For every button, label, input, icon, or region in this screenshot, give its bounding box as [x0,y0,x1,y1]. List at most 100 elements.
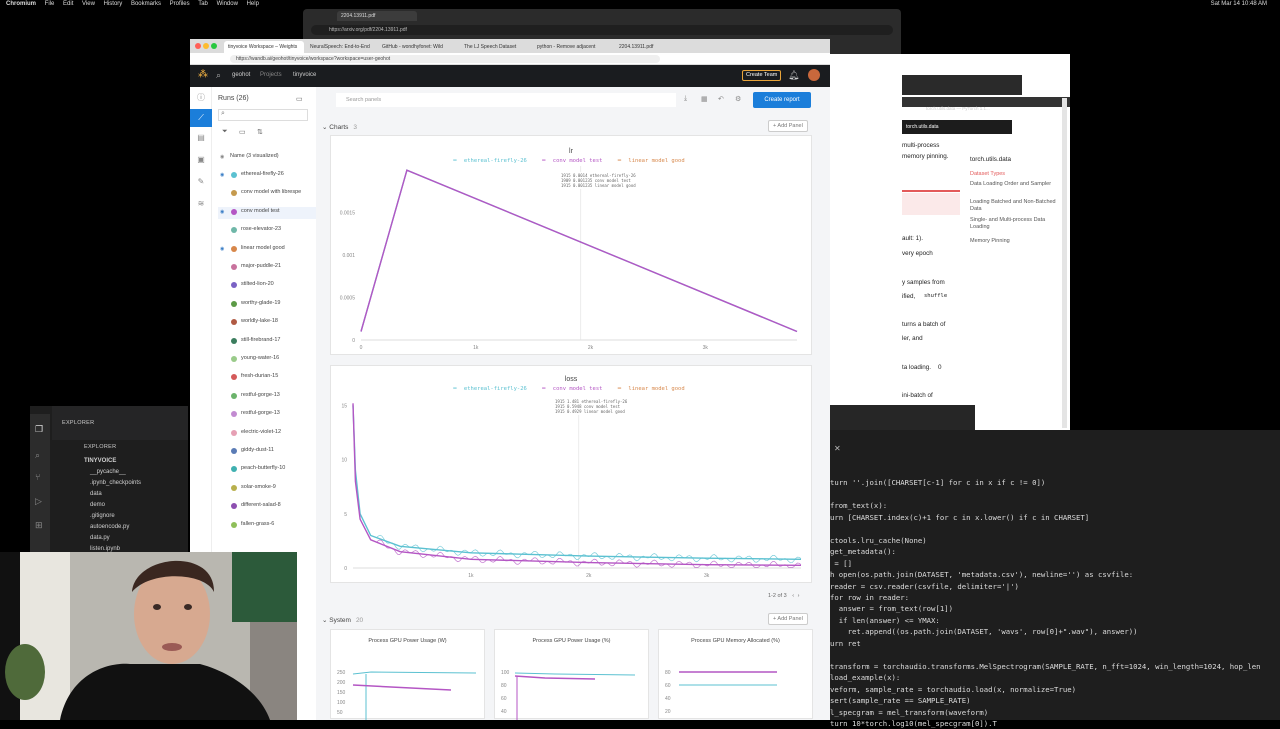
run-row[interactable]: ◉ linear model good [218,244,316,256]
table-toggle-icon[interactable]: ▭ [296,95,303,103]
run-row[interactable]: restful-gorge-13 [218,391,316,403]
menu-item[interactable]: History [104,1,123,7]
name-column-header[interactable]: ◉ Name (3 visualized) [218,152,316,164]
source-control-icon[interactable]: ⑂ [35,472,40,482]
toc-item[interactable]: Single- and Multi-process Data Loading [970,217,1056,231]
arxiv-url[interactable]: https://arxiv.org/pdf/2204.13911.pdf [311,25,893,35]
file-item[interactable]: autoencode.py [90,524,129,530]
browser-tab[interactable]: NeuralSpeech: End-to-End [306,41,376,53]
browser-tab[interactable]: 2204.13911.pdf [615,41,685,53]
create-report-button[interactable]: Create report [753,92,811,108]
maximize-window-icon[interactable] [211,43,217,49]
report-icon[interactable]: ▣ [195,155,207,167]
run-row[interactable]: restful-gorge-13 [218,409,316,421]
wandb-logo-icon[interactable]: ⁂ [198,69,208,80]
toc-item[interactable]: Loading Batched and Non-Batched Data [970,199,1056,213]
undo-icon[interactable]: ↶ [718,95,724,103]
run-row[interactable]: giddy-dust-11 [218,446,316,458]
eye-icon[interactable]: ◉ [220,172,224,178]
menu-item[interactable]: View [82,1,95,7]
project-folder[interactable]: TINYVOICE [84,458,116,464]
run-row[interactable]: worthy-glade-19 [218,299,316,311]
docs-search-bar[interactable]: torch.utils.data [902,120,1012,134]
gear-icon[interactable]: ⚙ [735,95,741,103]
layout-icon[interactable]: ▦ [701,95,708,103]
close-window-icon[interactable] [195,43,201,49]
file-item[interactable]: .ipynb_checkpoints [90,480,141,486]
search-icon[interactable]: ⌕ [35,450,40,461]
file-item[interactable]: data [90,491,102,497]
extensions-icon[interactable]: ⊞ [35,520,43,531]
menu-item[interactable]: Edit [63,1,73,7]
info-icon[interactable]: ⓘ [195,92,207,104]
run-row[interactable]: stilted-lion-20 [218,280,316,292]
files-icon[interactable]: ❐ [35,424,43,435]
bell-icon[interactable]: 🔔︎ [788,70,799,81]
search-panels-input[interactable]: Search panels [336,93,676,107]
run-row[interactable]: different-salad-8 [218,501,316,513]
eye-icon[interactable]: ◉ [220,209,224,215]
toc-item[interactable]: Memory Pinning [970,238,1056,245]
docs-tab[interactable]: torch.utils.data — PyTorch 1.1... [926,106,990,111]
menu-item[interactable]: Help [247,1,259,7]
file-item[interactable]: demo [90,502,105,508]
pager[interactable]: 1-2 of 3 ‹ › [768,593,799,599]
system-section-header[interactable]: ⌄ System 20 [322,616,363,624]
lr-chart-panel[interactable]: lr ━ ethereal-firefly-26 ━ conv model te… [330,135,812,355]
run-row[interactable]: solar-smoke-9 [218,483,316,495]
arxiv-tab[interactable]: 2204.13911.pdf [337,11,417,21]
run-row[interactable]: ◉ ethereal-firefly-26 [218,170,316,182]
run-row[interactable]: still-firebrand-17 [218,336,316,348]
artifacts-icon[interactable]: ≋ [195,199,207,211]
breadcrumb-user[interactable]: geohot [232,72,250,78]
chart-icon[interactable]: ⟋ [190,109,212,127]
sweep-icon[interactable]: ✎ [195,177,207,189]
breadcrumb-projects[interactable]: Projects [260,72,282,78]
browser-tab[interactable]: tinyvoice Workspace – Weights [224,41,304,53]
sort-icon[interactable]: ⇅ [257,128,263,136]
toc-item[interactable]: Dataset Types [970,171,1056,178]
eye-icon[interactable]: ◉ [220,246,224,252]
group-icon[interactable]: ▭ [239,128,246,136]
url-input[interactable]: https://wandb.ai/geohot/tinyvoice/worksp… [230,55,660,63]
menu-item[interactable]: Profiles [170,1,190,7]
gpu-memory-panel[interactable]: Process GPU Memory Allocated (%) 80 60 4… [658,629,813,719]
run-row[interactable]: peach-butterfly-10 [218,464,316,476]
docs-scrollbar[interactable] [1062,98,1067,428]
run-row[interactable]: electric-violet-12 [218,428,316,440]
run-row[interactable]: ◉ conv model test [218,206,316,219]
menu-item[interactable]: Tab [198,1,208,7]
gpu-power-percent-panel[interactable]: Process GPU Power Usage (%) 100 80 60 40 [494,629,649,720]
run-row[interactable]: major-puddle-21 [218,262,316,274]
charts-section-header[interactable]: ⌄ Charts 3 [322,123,357,131]
code-editor[interactable]: ✕ turn ''.join([CHARSET[c-1] for c in x … [830,430,1280,728]
menu-item[interactable]: File [45,1,55,7]
run-row[interactable]: conv model with librespe [218,188,316,200]
minimize-window-icon[interactable] [203,43,209,49]
run-row[interactable]: fresh-durian-15 [218,372,316,384]
runs-search-input[interactable]: ⌕ [218,109,308,121]
download-icon[interactable]: ⤓ [684,95,687,103]
browser-tab[interactable]: GitHub - wondhyfonet: Wild [378,41,458,53]
menu-item[interactable]: Window [217,1,238,7]
chevron-left-icon[interactable]: ‹ [792,593,794,599]
run-row[interactable]: young-water-16 [218,354,316,366]
avatar[interactable] [808,69,820,81]
toc-item[interactable]: Data Loading Order and Sampler [970,181,1056,188]
search-icon[interactable]: ⌕ [216,70,221,81]
loss-chart-panel[interactable]: loss ━ ethereal-firefly-26 ━ conv model … [330,365,812,583]
add-panel-button[interactable]: + Add Panel [768,120,808,132]
gpu-power-watts-panel[interactable]: Process GPU Power Usage (W) 250 200 150 … [330,629,485,720]
file-item[interactable]: .gitignore [90,513,115,519]
browser-tab[interactable]: python - Remove adjacent [533,41,613,53]
run-row[interactable]: rose-elevator-23 [218,225,316,237]
menu-item[interactable]: Chromium [6,1,36,7]
run-row[interactable]: fallen-grass-6 [218,520,316,532]
breadcrumb-project[interactable]: tinyvoice [293,72,316,78]
close-icon[interactable]: ✕ [834,444,841,453]
add-panel-button[interactable]: + Add Panel [768,613,808,625]
run-row[interactable]: worldly-lake-18 [218,317,316,329]
chevron-right-icon[interactable]: › [798,593,800,599]
browser-tab[interactable]: The LJ Speech Dataset [460,41,530,53]
run-icon[interactable]: ▷ [35,496,42,507]
